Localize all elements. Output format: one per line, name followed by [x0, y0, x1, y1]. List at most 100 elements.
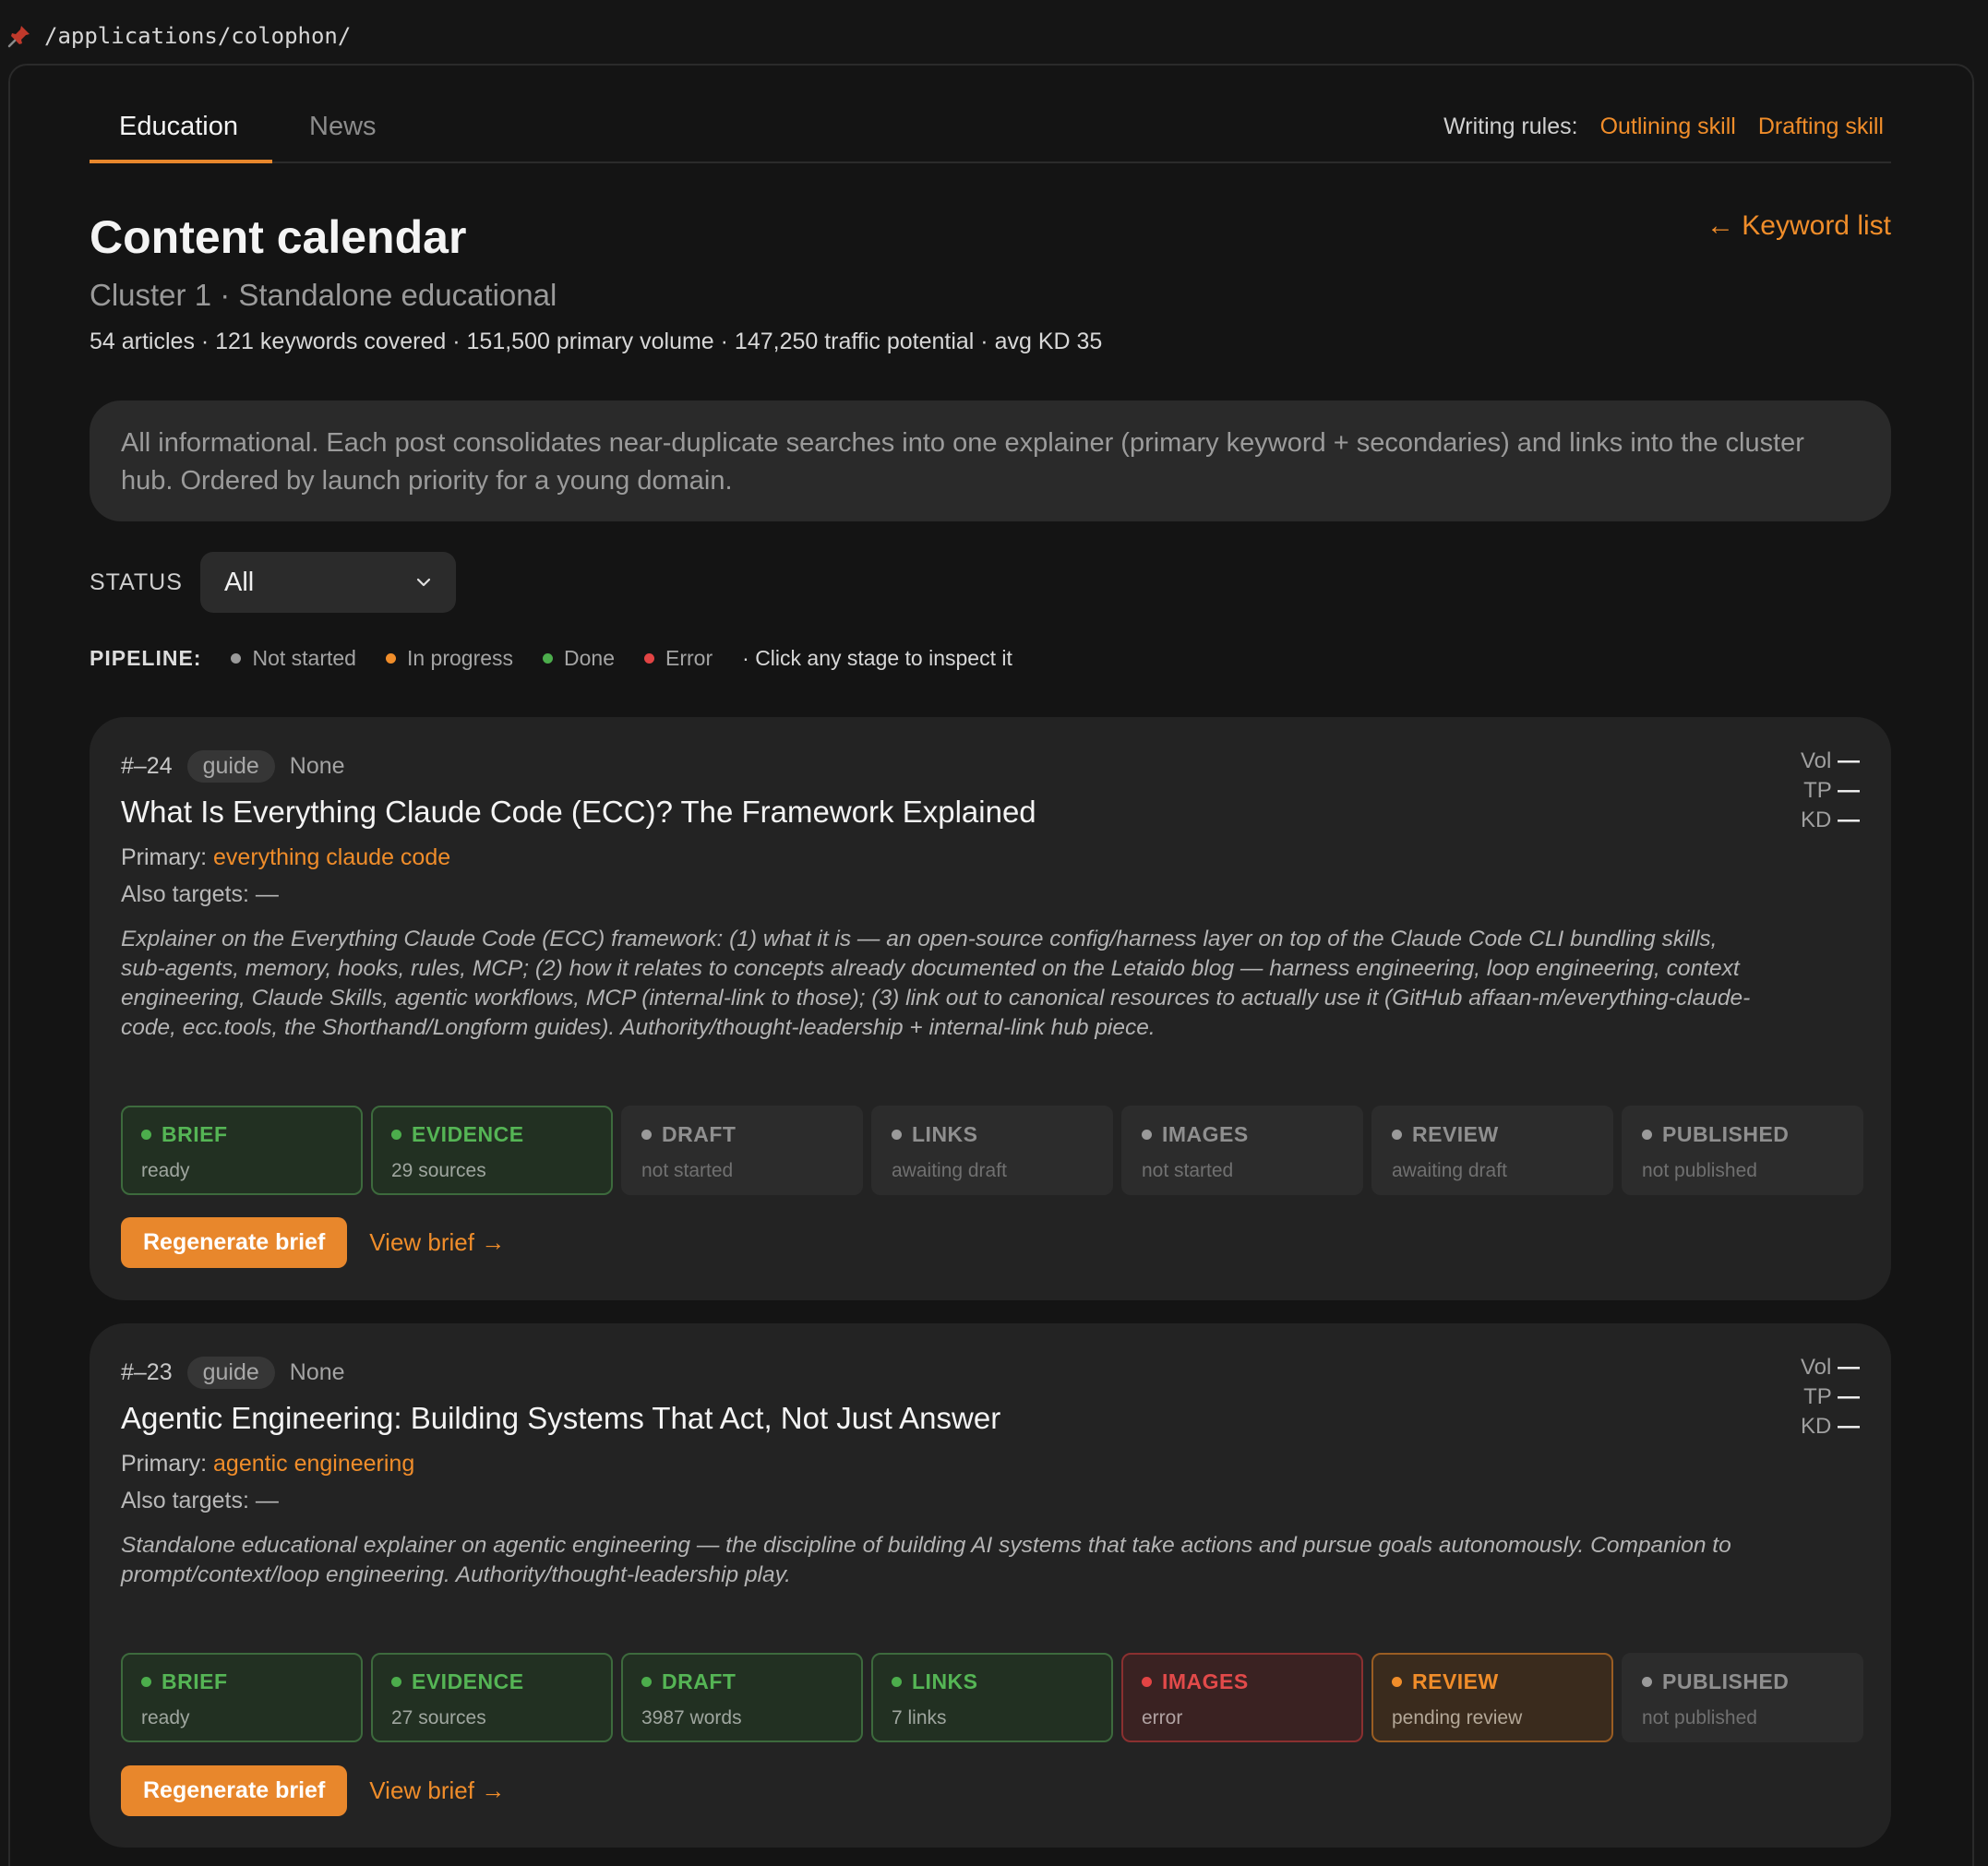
- legend-dot: [644, 652, 655, 664]
- primary-keyword-link[interactable]: everything claude code: [213, 844, 450, 870]
- path-text: /applications/colophon/: [44, 23, 352, 49]
- view-brief-link[interactable]: View brief →: [369, 1228, 505, 1257]
- article-number: #–23: [121, 1359, 173, 1385]
- cluster-note: All informational. Each post consolidate…: [90, 401, 1891, 521]
- stage-status: 3987 words: [641, 1707, 742, 1728]
- primary-label: Primary:: [121, 1451, 208, 1477]
- regenerate-brief-button[interactable]: Regenerate brief: [121, 1765, 348, 1816]
- stage-label: REVIEW: [1412, 1669, 1499, 1693]
- vol-metric: Vol —: [1801, 1353, 1860, 1382]
- stage-review[interactable]: REVIEW awaiting draft: [1371, 1106, 1613, 1195]
- stage-dot: [1642, 1130, 1652, 1140]
- stage-label: IMAGES: [1162, 1122, 1249, 1146]
- active-tab-indicator: [90, 160, 272, 163]
- tab-education[interactable]: Education: [119, 112, 238, 142]
- card-meta: #–23 guide None: [121, 1357, 345, 1389]
- metric-label: Vol: [1800, 748, 1832, 773]
- stage-status: 7 links: [892, 1707, 947, 1728]
- stage-dot: [391, 1130, 401, 1140]
- stage-brief[interactable]: BRIEF ready: [121, 1653, 363, 1742]
- stage-status: ready: [141, 1707, 190, 1728]
- keyword-metrics: Vol — TP — KD —: [1801, 747, 1860, 835]
- type-badge: guide: [186, 750, 275, 783]
- tp-metric: TP —: [1801, 1382, 1860, 1412]
- stage-label: EVIDENCE: [412, 1669, 524, 1693]
- outlining-skill-link[interactable]: Outlining skill: [1600, 114, 1736, 140]
- stage-draft[interactable]: DRAFT 3987 words: [621, 1653, 863, 1742]
- status-filter-select[interactable]: All: [200, 552, 456, 613]
- stage-dot: [141, 1677, 151, 1687]
- stage-status: 29 sources: [391, 1160, 486, 1181]
- stage-dot: [641, 1677, 652, 1687]
- article-card: #–23 guide None Vol — TP — KD — Agentic …: [90, 1323, 1891, 1848]
- primary-label: Primary:: [121, 844, 208, 870]
- stage-dot: [641, 1130, 652, 1140]
- stage-dot: [1392, 1130, 1402, 1140]
- also-targets: Also targets: —: [121, 1488, 279, 1513]
- pipeline-stages: BRIEF ready EVIDENCE 29 sources DRAFT no…: [121, 1106, 1863, 1195]
- chevron-down-icon: [416, 578, 431, 587]
- article-card: #–24 guide None Vol — TP — KD — What Is …: [90, 717, 1891, 1300]
- legend-label: In progress: [406, 645, 514, 670]
- stage-name: IMAGES: [1142, 1669, 1343, 1694]
- regenerate-brief-button[interactable]: Regenerate brief: [121, 1217, 348, 1268]
- category-label: None: [289, 753, 345, 779]
- tab-news-label: News: [309, 112, 377, 141]
- stage-status: not published: [1642, 1707, 1757, 1728]
- stage-review[interactable]: REVIEW pending review: [1371, 1653, 1613, 1742]
- stage-label: LINKS: [912, 1669, 978, 1693]
- stage-dot: [892, 1677, 902, 1687]
- drafting-skill-link[interactable]: Drafting skill: [1758, 114, 1884, 140]
- card-meta: #–24 guide None: [121, 750, 345, 783]
- pipeline-legend: PIPELINE: Not started In progress Done E…: [90, 644, 1012, 672]
- article-description: Standalone educational explainer on agen…: [121, 1533, 1731, 1587]
- article-title: Agentic Engineering: Building Systems Th…: [121, 1401, 1001, 1435]
- stage-dot: [892, 1130, 902, 1140]
- stage-name: LINKS: [892, 1669, 1093, 1694]
- stage-status: ready: [141, 1160, 190, 1181]
- primary-keyword-link[interactable]: agentic engineering: [213, 1451, 414, 1477]
- stage-name: BRIEF: [141, 1122, 342, 1147]
- writing-rules: Writing rules: Outlining skill Drafting …: [1443, 114, 1884, 140]
- stage-name: DRAFT: [641, 1122, 843, 1147]
- card-actions: Regenerate brief View brief →: [121, 1765, 505, 1816]
- metric-value: —: [1838, 1384, 1860, 1409]
- tab-news[interactable]: News: [309, 112, 377, 142]
- primary-keyword: Primary: everything claude code: [121, 844, 450, 871]
- stage-links[interactable]: LINKS 7 links: [871, 1653, 1113, 1742]
- stage-draft[interactable]: DRAFT not started: [621, 1106, 863, 1195]
- vol-metric: Vol —: [1801, 747, 1860, 776]
- stage-brief[interactable]: BRIEF ready: [121, 1106, 363, 1195]
- stage-published[interactable]: PUBLISHED not published: [1622, 1653, 1863, 1742]
- legend-dot: [385, 652, 396, 664]
- type-badge: guide: [186, 1357, 275, 1389]
- stage-evidence[interactable]: EVIDENCE 27 sources: [371, 1653, 613, 1742]
- stage-label: LINKS: [912, 1122, 978, 1146]
- keyword-list-link[interactable]: ← Keyword list: [1707, 210, 1891, 242]
- stage-label: DRAFT: [662, 1669, 737, 1693]
- stage-name: BRIEF: [141, 1669, 342, 1694]
- page-subtitle: Cluster 1 · Standalone educational: [90, 278, 557, 312]
- stage-images[interactable]: IMAGES not started: [1121, 1106, 1363, 1195]
- tab-education-label: Education: [119, 112, 238, 141]
- stage-name: REVIEW: [1392, 1122, 1593, 1147]
- keyword-metrics: Vol — TP — KD —: [1801, 1353, 1860, 1441]
- stage-status: error: [1142, 1707, 1183, 1728]
- view-brief-link[interactable]: View brief →: [369, 1776, 505, 1805]
- metric-label: KD: [1800, 1414, 1832, 1439]
- pipeline-hint: · Click any stage to inspect it: [742, 645, 1012, 670]
- stage-status: awaiting draft: [1392, 1160, 1507, 1181]
- primary-keyword: Primary: agentic engineering: [121, 1451, 414, 1477]
- stage-images[interactable]: IMAGES error: [1121, 1653, 1363, 1742]
- stage-links[interactable]: LINKS awaiting draft: [871, 1106, 1113, 1195]
- stage-name: PUBLISHED: [1642, 1122, 1843, 1147]
- kd-metric: KD —: [1801, 806, 1860, 835]
- stage-published[interactable]: PUBLISHED not published: [1622, 1106, 1863, 1195]
- stage-status: 27 sources: [391, 1707, 486, 1728]
- stage-status: not published: [1642, 1160, 1757, 1181]
- status-filter-label: STATUS: [90, 569, 183, 595]
- legend-dot: [543, 652, 554, 664]
- writing-rules-label: Writing rules:: [1443, 114, 1578, 139]
- stage-evidence[interactable]: EVIDENCE 29 sources: [371, 1106, 613, 1195]
- legend-label: Error: [665, 645, 713, 670]
